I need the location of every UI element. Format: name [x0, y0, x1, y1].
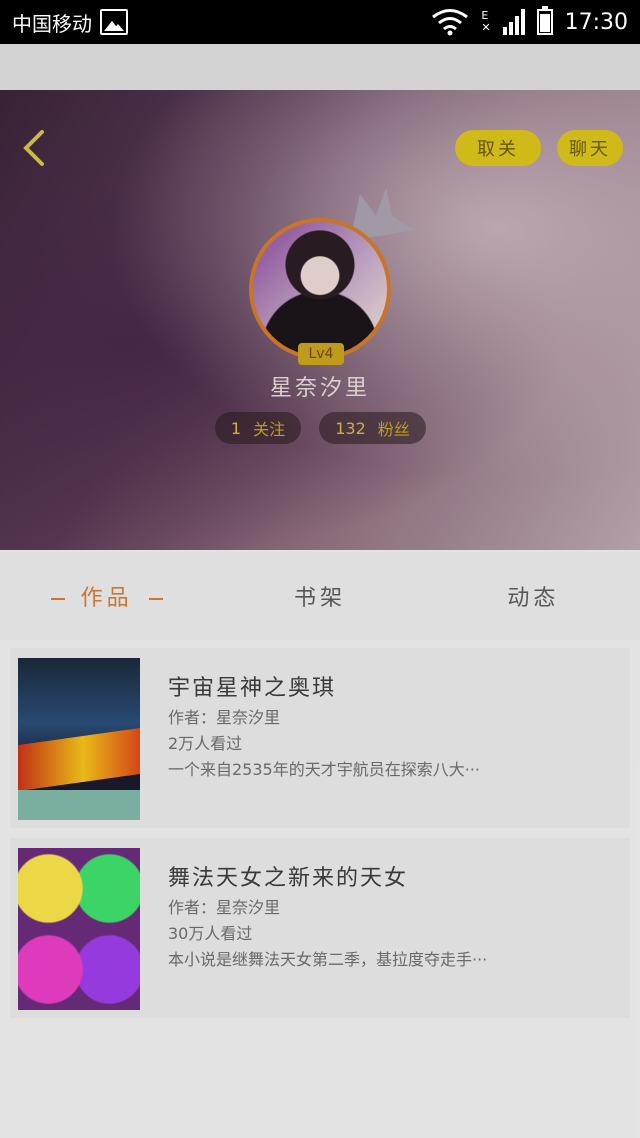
tab-indicator-left	[50, 598, 65, 600]
clock: 17:30	[564, 9, 628, 35]
tab-indicator-right	[148, 598, 163, 600]
work-author: 作者：星奈汐里	[168, 898, 281, 917]
back-button[interactable]	[18, 128, 54, 168]
work-cover	[18, 658, 140, 820]
work-description: 一个来自2535年的天才宇航员在探索八大···	[168, 760, 480, 779]
tab-works-label: 作品	[80, 586, 133, 611]
tab-bar: 作品 书架 动态	[0, 552, 640, 640]
following-count: 1	[230, 418, 242, 438]
status-right: E ✕ 17:30	[431, 6, 628, 36]
tab-bookshelf[interactable]: 书架	[213, 580, 426, 612]
list-item[interactable]: 舞法天女之新来的天女 作者：星奈汐里 30万人看过 本小说是继舞法天女第二季，基…	[10, 838, 630, 1018]
work-title: 宇宙星神之奥琪	[168, 676, 337, 701]
status-left: 中国移动	[12, 8, 128, 37]
unfollow-button[interactable]: 取关	[455, 130, 541, 166]
carrier-label: 中国移动	[12, 11, 92, 36]
fans-count: 132	[335, 418, 366, 438]
fans-label: 粉丝	[377, 420, 410, 439]
image-icon	[100, 9, 128, 35]
tab-works[interactable]: 作品	[0, 580, 213, 612]
cover-art-band	[18, 725, 140, 793]
tab-activity[interactable]: 动态	[427, 580, 640, 612]
avatar[interactable]	[249, 218, 391, 360]
cover-art-bottom	[18, 790, 140, 820]
work-author: 作者：星奈汐里	[168, 708, 281, 727]
work-description: 本小说是继舞法天女第二季，基拉度夺走手···	[168, 950, 488, 969]
work-cover	[18, 848, 140, 1010]
following-chip[interactable]: 1 关注	[215, 412, 301, 444]
status-bar: 中国移动 E ✕ 17:30	[0, 0, 640, 44]
chat-button[interactable]: 聊天	[557, 130, 623, 166]
following-label: 关注	[253, 420, 286, 439]
work-views: 2万人看过	[168, 734, 243, 753]
list-item[interactable]: 宇宙星神之奥琪 作者：星奈汐里 2万人看过 一个来自2535年的天才宇航员在探索…	[10, 648, 630, 828]
profile-header: 取关 聊天 Lv4 星奈汐里 1 关注 132 粉丝	[0, 90, 640, 550]
level-badge: Lv4	[298, 343, 344, 365]
fans-chip[interactable]: 132 粉丝	[319, 412, 426, 444]
signal-icon	[502, 9, 525, 35]
wifi-icon	[432, 9, 469, 36]
toolbar-strip	[0, 44, 640, 90]
profile-name: 星奈汐里	[269, 376, 370, 401]
chevron-left-icon	[23, 130, 44, 166]
work-title: 舞法天女之新来的天女	[168, 866, 409, 891]
works-list: 宇宙星神之奥琪 作者：星奈汐里 2万人看过 一个来自2535年的天才宇航员在探索…	[10, 648, 630, 1028]
network-indicator: E ✕	[481, 10, 490, 34]
no-sim-icon: ✕	[481, 21, 491, 34]
battery-icon	[536, 6, 553, 35]
work-views: 30万人看过	[168, 924, 253, 943]
